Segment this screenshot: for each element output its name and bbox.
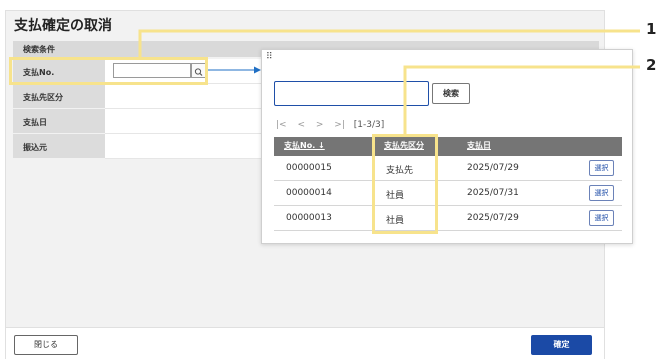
callout-number-1: 1 bbox=[646, 20, 657, 38]
callout-number-2: 2 bbox=[646, 56, 657, 74]
callout-lines bbox=[138, 29, 640, 134]
